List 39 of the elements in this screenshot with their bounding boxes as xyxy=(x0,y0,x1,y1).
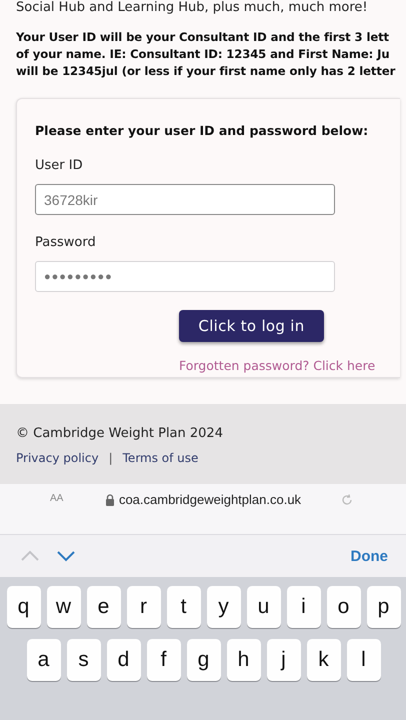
keyboard-key[interactable]: d xyxy=(106,639,140,681)
keyboard-key[interactable]: l xyxy=(346,639,380,681)
notice-text: will be 12345jul (or less if your first name only has 2 letter xyxy=(16,64,396,78)
forgot-password-link[interactable]: Forgotten password? Click here xyxy=(179,358,376,373)
notice-text: of your name. IE: Consultant ID: 12345 and First Name: Ju xyxy=(16,47,390,61)
footer-link[interactable]: Privacy policy xyxy=(16,451,99,466)
done-button[interactable]: Done xyxy=(350,548,388,564)
keyboard-key[interactable]: k xyxy=(306,639,340,681)
keyboard-key[interactable]: w xyxy=(46,586,80,628)
notice-text: Your User ID will be your Consultant ID and the first 3 lett xyxy=(16,30,390,44)
password-field[interactable]: ●●●●●●●●● xyxy=(35,261,335,292)
field-label: User ID xyxy=(35,158,84,173)
keyboard-key[interactable]: e xyxy=(86,586,120,628)
lock-icon xyxy=(104,494,115,506)
separator-text: | xyxy=(108,451,113,466)
footer-link[interactable]: Terms of use xyxy=(122,451,198,466)
field-label: Password xyxy=(35,235,97,250)
login-heading: Please enter your user ID and password below: xyxy=(35,123,370,138)
keyboard-key[interactable]: o xyxy=(326,586,360,628)
chevron-down-icon[interactable] xyxy=(56,550,76,562)
keyboard-key[interactable]: j xyxy=(266,639,300,681)
keyboard-key[interactable]: p xyxy=(366,586,400,628)
keyboard-key[interactable]: r xyxy=(126,586,160,628)
keyboard-key[interactable]: q xyxy=(6,586,40,628)
intro-text: Social Hub and Learning Hub, plus much, much more! xyxy=(16,0,369,16)
keyboard-key[interactable]: s xyxy=(66,639,100,681)
url-text[interactable]: coa.cambridgeweightplan.co.uk xyxy=(118,492,302,507)
user-id-field[interactable]: 36728kir xyxy=(35,184,335,215)
keyboard-key[interactable]: h xyxy=(226,639,260,681)
keyboard-key[interactable]: a xyxy=(26,639,60,681)
keyboard-key[interactable]: y xyxy=(206,586,240,628)
keyboard-key[interactable]: t xyxy=(166,586,200,628)
keyboard-key[interactable]: g xyxy=(186,639,220,681)
keyboard-key[interactable]: i xyxy=(286,586,320,628)
login-button[interactable]: Click to log in xyxy=(179,310,324,342)
reload-icon[interactable] xyxy=(340,493,354,507)
keyboard-key[interactable]: u xyxy=(246,586,280,628)
copyright-text: © Cambridge Weight Plan 2024 xyxy=(16,426,224,441)
keyboard-key[interactable]: f xyxy=(146,639,180,681)
